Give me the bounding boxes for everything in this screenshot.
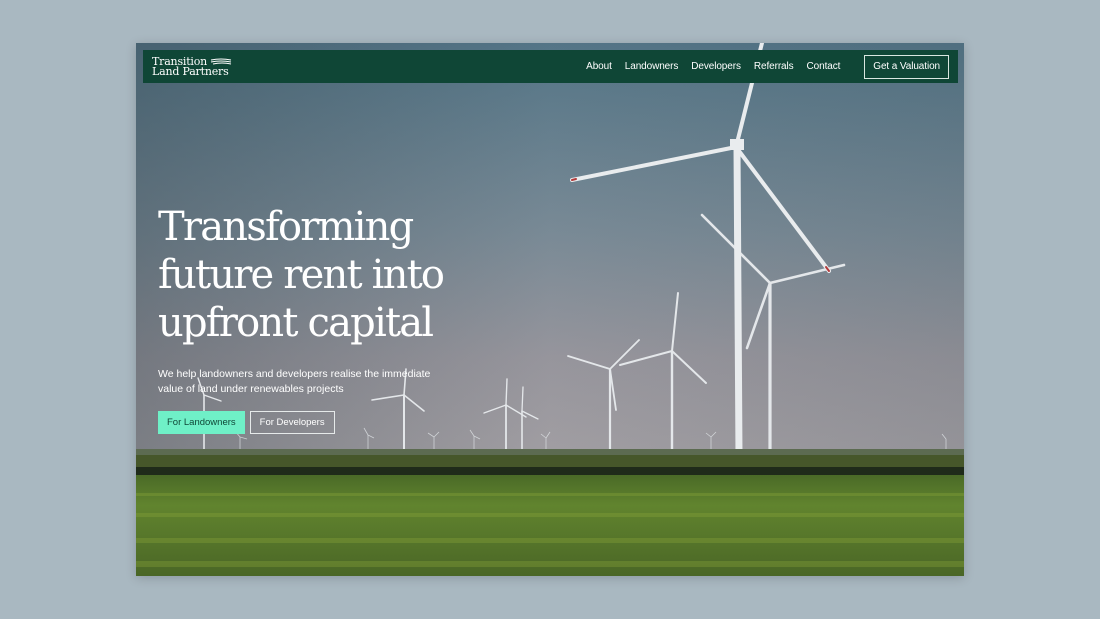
hero-subtitle: We help landowners and developers realis… (158, 368, 431, 395)
hero-title: Transforming future rent into upfront ca… (158, 203, 498, 347)
nav-link-landowners[interactable]: Landowners (621, 61, 682, 72)
top-navigation-bar: Transition Land Partners About Landowner… (143, 50, 958, 83)
hero-title-line: upfront capital (158, 300, 434, 346)
brand-name-line2: Land Partners (152, 64, 229, 78)
hero-section: Transforming future rent into upfront ca… (158, 203, 498, 434)
nav-link-referrals[interactable]: Referrals (750, 61, 798, 72)
browser-viewport: Transition Land Partners About Landowner… (136, 43, 964, 576)
for-developers-button[interactable]: For Developers (249, 411, 335, 434)
get-valuation-button[interactable]: Get a Valuation (864, 54, 949, 79)
nav-link-about[interactable]: About (582, 61, 616, 72)
nav-link-developers[interactable]: Developers (687, 61, 745, 72)
for-landowners-button[interactable]: For Landowners (158, 411, 245, 434)
nav-link-contact[interactable]: Contact (803, 61, 845, 72)
brand-logo[interactable]: Transition Land Partners (152, 56, 232, 78)
hero-title-line: Transforming (158, 204, 414, 250)
hero-button-group: For Landowners For Developers (158, 411, 498, 434)
primary-nav: About Landowners Developers Referrals Co… (577, 54, 949, 79)
hero-title-line: future rent into (158, 252, 445, 298)
